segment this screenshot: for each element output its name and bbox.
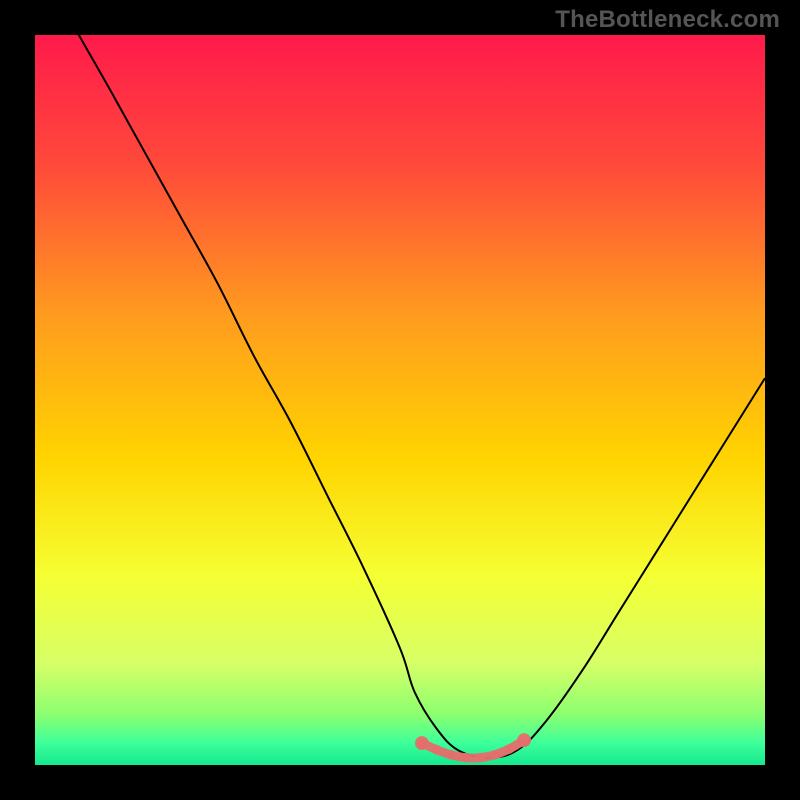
bottleneck-chart [35,35,765,765]
chart-background [35,35,765,765]
watermark-text: TheBottleneck.com [555,6,780,34]
chart-frame: TheBottleneck.com [0,0,800,800]
